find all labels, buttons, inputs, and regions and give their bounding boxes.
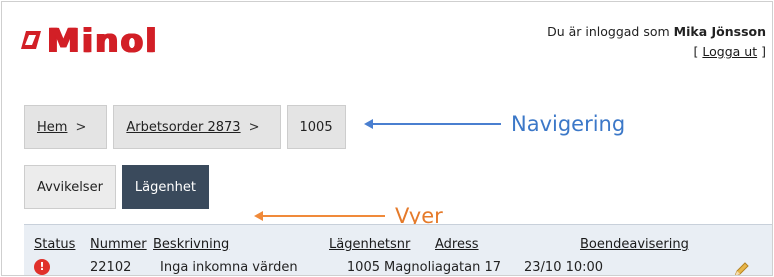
column-header-nummer[interactable]: Nummer (90, 237, 153, 252)
user-info: Du är inloggad som Mika Jönsson [ Logga … (547, 22, 766, 62)
minol-logo: Minol (20, 20, 158, 60)
arrow-left-icon (364, 119, 373, 129)
column-header-status[interactable]: Status (34, 237, 90, 252)
bracket-close: ] (761, 44, 766, 59)
tab-label: Avvikelser (37, 179, 103, 195)
column-header-adress[interactable]: Adress (435, 237, 580, 252)
column-header-boendeavisering[interactable]: Boendeavisering (580, 237, 710, 252)
logo-mark-icon (21, 31, 41, 49)
breadcrumb-separator: > (248, 119, 260, 135)
table-header: Status Nummer Beskrivning Lägenhetsnr Ad… (34, 237, 710, 252)
pencil-icon[interactable] (732, 261, 750, 276)
workorder-table: Status Nummer Beskrivning Lägenhetsnr Ad… (24, 224, 772, 276)
view-tabs: Avvikelser Lägenhet (24, 165, 209, 209)
brand-name: Minol (46, 20, 158, 60)
annotation-line (373, 123, 501, 125)
cell-lagenhetsnr: 1005 (346, 259, 380, 275)
cell-nummer: 22102 (90, 259, 132, 275)
user-name: Mika Jönsson (673, 24, 766, 39)
breadcrumb-current-label: 1005 (299, 119, 333, 135)
logout-link[interactable]: Logga ut (702, 44, 757, 59)
tab-label: Lägenhet (134, 179, 196, 195)
column-header-lagenhetsnr[interactable]: Lägenhetsnr (329, 237, 435, 252)
navigation-annotation-label: Navigering (511, 112, 626, 136)
tab-lagenhet[interactable]: Lägenhet (121, 165, 209, 209)
logged-in-prefix: Du är inloggad som (547, 24, 670, 39)
breadcrumb: Hem > Arbetsorder 2873 > 1005 (24, 105, 346, 149)
breadcrumb-home[interactable]: Hem > (24, 105, 108, 149)
breadcrumb-workorder-link[interactable]: Arbetsorder 2873 (126, 120, 240, 135)
error-icon: ! (34, 259, 50, 275)
arrow-left-icon (254, 211, 263, 221)
table-row[interactable]: ! 22102 Inga inkomna värden 1005 Magnoli… (34, 259, 614, 275)
navigation-annotation: Navigering (364, 112, 625, 136)
breadcrumb-separator: > (75, 119, 87, 135)
cell-beskrivning: Inga inkomna värden (160, 259, 298, 275)
breadcrumb-home-link[interactable]: Hem (37, 120, 67, 135)
cell-adress: Magnoliagatan 17 (384, 259, 502, 275)
bracket-open: [ (693, 44, 699, 59)
column-header-beskrivning[interactable]: Beskrivning (153, 237, 329, 252)
cell-boendeavisering: 23/10 10:00 (524, 259, 604, 275)
breadcrumb-workorder[interactable]: Arbetsorder 2873 > (113, 105, 281, 149)
tab-avvikelser[interactable]: Avvikelser (24, 165, 116, 209)
breadcrumb-current: 1005 (286, 105, 346, 149)
app-window: Minol Du är inloggad som Mika Jönsson [ … (1, 1, 773, 276)
annotation-line (263, 215, 385, 217)
